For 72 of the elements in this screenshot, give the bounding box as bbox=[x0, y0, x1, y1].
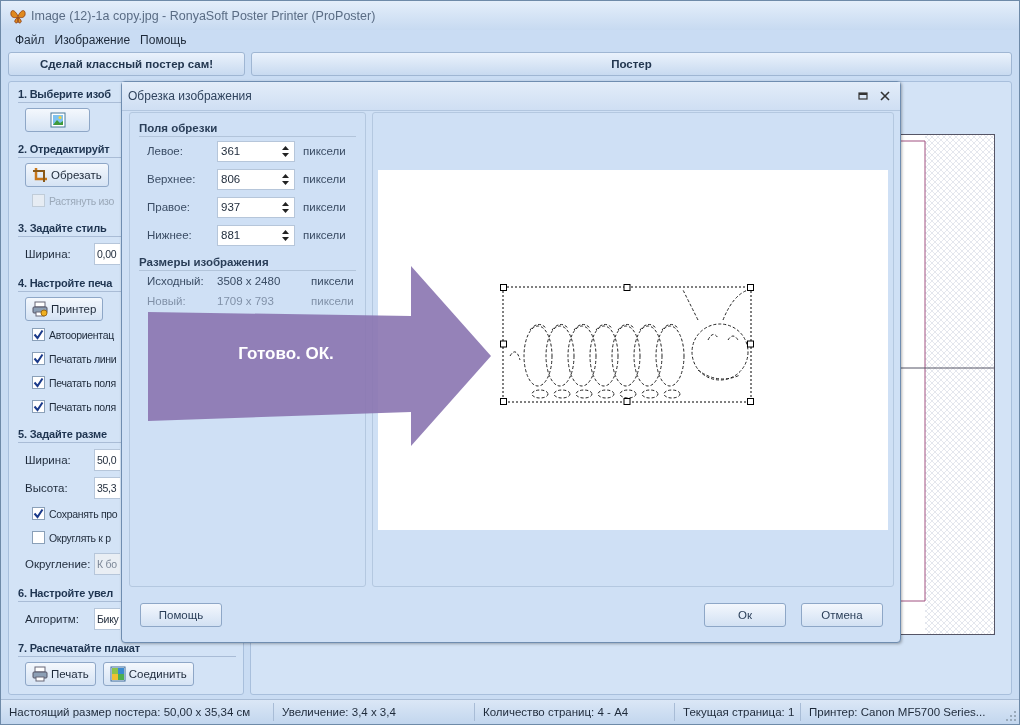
panel-button[interactable]: Соединить bbox=[102, 661, 194, 686]
menu-item[interactable]: Изображение bbox=[54, 33, 131, 48]
status-text: Настоящий размер постера: 50,00 x 35,34 см bbox=[1, 702, 274, 721]
butterfly-icon bbox=[10, 7, 26, 24]
checkbox[interactable] bbox=[32, 328, 45, 341]
checkbox-label: Растянуть изо bbox=[49, 194, 114, 207]
panel-button[interactable]: Принтер bbox=[25, 296, 104, 321]
spinner-arrows-icon bbox=[281, 172, 290, 186]
status-text: Увеличение: 3,4 x 3,4 bbox=[274, 702, 475, 721]
printer-icon bbox=[32, 300, 48, 317]
help-button[interactable]: Помощь bbox=[140, 602, 222, 627]
input-field[interactable]: 0,00 bbox=[94, 242, 120, 265]
spinner-arrows-icon bbox=[281, 144, 290, 158]
checkbox-label: Печатать поля bbox=[49, 376, 116, 389]
field-label: Алгоритм: bbox=[25, 612, 80, 625]
crop-icon bbox=[32, 166, 48, 183]
input-field[interactable]: 50,0 bbox=[94, 448, 120, 471]
maximize-icon[interactable] bbox=[858, 91, 868, 101]
window-title: Image (12)-1a copy.jpg - RonyaSoft Poster Printer (ProPoster) bbox=[31, 8, 376, 23]
size-value: 1709 x 793 bbox=[217, 295, 275, 307]
checkbox-label: Сохранять про bbox=[49, 507, 118, 520]
spinner-arrows-icon bbox=[281, 200, 290, 214]
spin-field[interactable]: 937 bbox=[217, 196, 295, 218]
image-button[interactable] bbox=[25, 107, 90, 132]
field-label: Ширина: bbox=[25, 453, 72, 466]
input-field[interactable]: Бику bbox=[94, 607, 120, 630]
unit-label: пиксели bbox=[311, 295, 354, 307]
size-label: Новый: bbox=[147, 295, 187, 307]
checkbox[interactable] bbox=[32, 507, 45, 520]
unit-label: пиксели bbox=[303, 145, 346, 157]
menu-item[interactable]: Файл bbox=[15, 33, 45, 48]
spin-field[interactable]: 881 bbox=[217, 224, 295, 246]
annotation-text: Готово. ОК. bbox=[237, 344, 335, 364]
field-label: Правое: bbox=[147, 201, 192, 213]
checkbox[interactable] bbox=[32, 531, 45, 544]
input-field[interactable]: 35,3 bbox=[94, 476, 120, 499]
status-text: Принтер: Canon MF5700 Series... bbox=[808, 704, 987, 720]
panel-button[interactable]: Печать bbox=[25, 661, 96, 686]
unit-label: пиксели bbox=[311, 275, 354, 287]
printer-icon bbox=[32, 665, 48, 682]
group-heading: Поля обрезки bbox=[139, 120, 356, 137]
panel-header: Сделай классный постер сам! bbox=[8, 52, 245, 76]
panel-header: Постер bbox=[251, 52, 1012, 76]
unit-label: пиксели bbox=[303, 173, 346, 185]
image-icon bbox=[49, 111, 66, 128]
size-label: Исходный: bbox=[147, 275, 205, 287]
checkbox-label: Автоориентац bbox=[49, 328, 114, 341]
spin-field[interactable]: 361 bbox=[217, 140, 295, 162]
field-label: Округление: bbox=[25, 557, 92, 570]
close-icon[interactable] bbox=[880, 91, 890, 101]
spinner-arrows-icon bbox=[281, 228, 290, 242]
checkbox-label: Округлять к р bbox=[49, 531, 111, 544]
checkbox[interactable] bbox=[32, 400, 45, 413]
checkbox[interactable] bbox=[32, 352, 45, 365]
panel-button[interactable]: Обрезать bbox=[25, 162, 109, 187]
unit-label: пиксели bbox=[303, 201, 346, 213]
field-label: Верхнее: bbox=[147, 173, 197, 185]
ok-button[interactable]: Ок bbox=[704, 602, 786, 627]
status-text: Текущая страница: 1 bbox=[675, 702, 801, 721]
unit-label: пиксели bbox=[303, 229, 346, 241]
spin-field[interactable]: 806 bbox=[217, 168, 295, 190]
cancel-button[interactable]: Отмена bbox=[801, 602, 883, 627]
resize-grip-icon bbox=[1006, 711, 1016, 721]
menu-item[interactable]: Помощь bbox=[140, 33, 187, 48]
checkbox[interactable] bbox=[32, 376, 45, 389]
checkbox-label: Печатать лини bbox=[49, 352, 117, 365]
tiles-icon bbox=[109, 665, 126, 682]
checkbox-label: Печатать поля bbox=[49, 400, 116, 413]
status-text: Количество страниц: 4 - A4 bbox=[475, 702, 675, 721]
field-label: Левое: bbox=[147, 145, 184, 157]
field-label: Ширина: bbox=[25, 247, 72, 260]
field-label: Высота: bbox=[25, 481, 69, 494]
